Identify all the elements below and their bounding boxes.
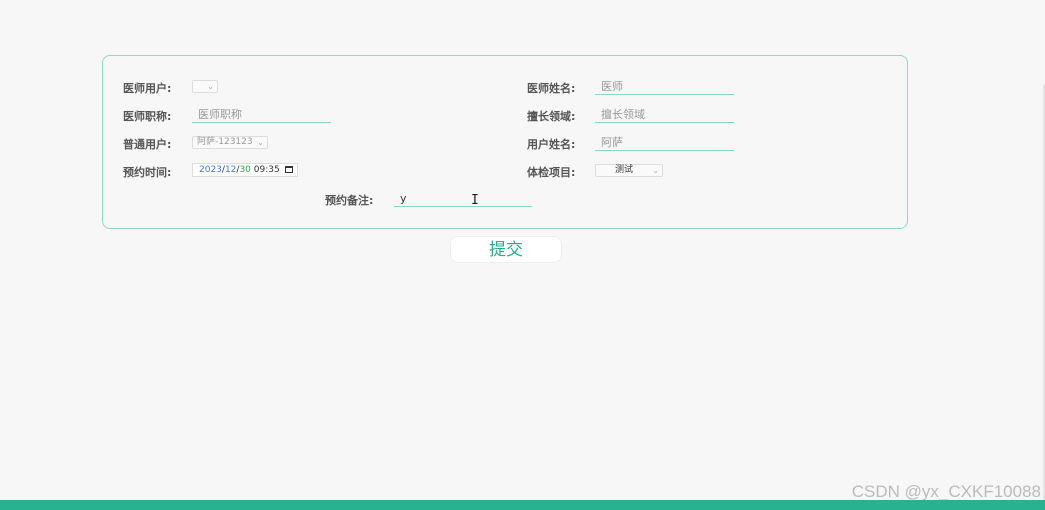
specialty-label: 擅长领域: <box>527 110 576 123</box>
watermark: CSDN @yx_CXKF10088 <box>851 482 1041 501</box>
appointment-datetime-input[interactable]: 2023/12/30 09:35 <box>192 163 298 177</box>
date-time: 09:35 <box>253 165 280 175</box>
doctor-title-field[interactable]: 医师职称 <box>192 107 331 123</box>
exam-item-value: 测试 <box>614 165 633 175</box>
chevron-down-icon: ⌄ <box>257 138 264 147</box>
note-label: 预约备注: <box>325 194 374 207</box>
doctor-user-label: 医师用户: <box>123 82 172 95</box>
doctor-name-label: 医师姓名: <box>527 82 576 95</box>
username-label: 用户姓名: <box>527 138 576 151</box>
submit-button[interactable]: 提交 <box>450 236 562 263</box>
doctor-title-label: 医师职称: <box>123 110 172 123</box>
text-cursor-icon: I <box>471 193 479 208</box>
chevron-down-icon: ⌄ <box>207 82 214 91</box>
username-field[interactable]: 阿萨 <box>595 135 734 151</box>
date-day: 30 <box>239 165 251 175</box>
exam-item-label: 体检项目: <box>527 166 576 179</box>
chevron-down-icon: ⌄ <box>652 166 659 175</box>
doctor-user-select[interactable]: ⌄ <box>192 80 218 93</box>
normal-user-label: 普通用户: <box>123 138 172 151</box>
date-year: 2023 <box>199 165 222 175</box>
normal-user-value: 阿萨-123123 <box>197 137 253 147</box>
footer-bar <box>0 500 1045 510</box>
normal-user-select[interactable]: 阿萨-123123 ⌄ <box>192 136 268 149</box>
doctor-name-field[interactable]: 医师 <box>595 79 734 95</box>
date-month: 12 <box>224 165 237 175</box>
specialty-field[interactable]: 擅长领域 <box>595 107 734 123</box>
calendar-icon[interactable] <box>285 166 293 173</box>
exam-item-select[interactable]: 测试 ⌄ <box>595 164 663 177</box>
note-field[interactable]: y <box>394 191 532 207</box>
appointment-time-label: 预约时间: <box>123 166 172 179</box>
